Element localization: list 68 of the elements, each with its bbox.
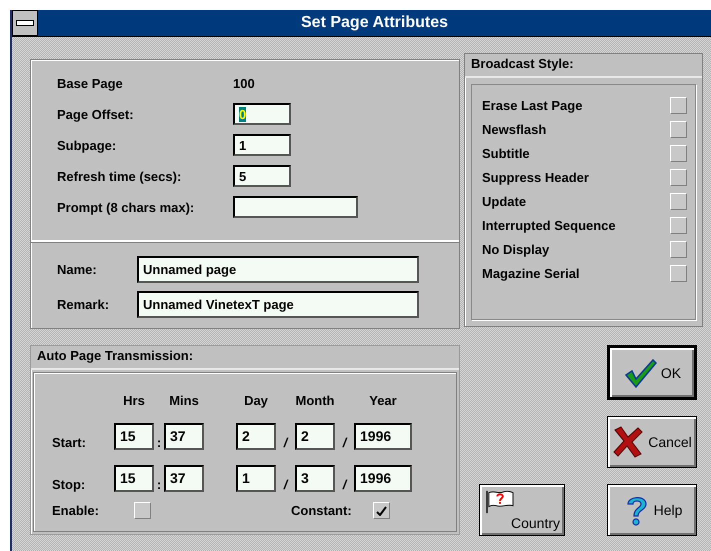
text-field[interactable]: 1996 — [354, 423, 412, 450]
column-header: Month — [295, 393, 335, 408]
text-field[interactable]: 0 — [233, 103, 291, 125]
ok-button[interactable]: OK — [607, 345, 697, 400]
column-header: Hrs — [122, 393, 146, 408]
checkbox-label: Enable: — [52, 503, 100, 518]
checkbox[interactable] — [670, 97, 687, 114]
section-title: Auto Page Transmission: — [31, 346, 459, 370]
column-header: Mins — [168, 393, 200, 408]
separator: / — [282, 435, 290, 450]
field-label: Subpage: — [57, 138, 118, 152]
checkbox-label: Newsflash — [482, 122, 546, 137]
field-label: Base Page — [57, 76, 124, 90]
check-icon — [622, 356, 657, 388]
country-button[interactable]: Country — [479, 484, 565, 536]
text-field[interactable]: 2 — [295, 423, 335, 450]
text-field[interactable]: 3 — [295, 465, 335, 492]
text-field[interactable]: 2 — [236, 423, 276, 450]
text-field[interactable]: 1 — [236, 465, 276, 492]
checkbox[interactable] — [670, 193, 687, 210]
separator: / — [341, 435, 348, 450]
column-header: Day — [243, 393, 269, 408]
checkbox-label: No Display — [482, 242, 550, 257]
checkbox[interactable] — [134, 502, 151, 519]
text-field[interactable] — [233, 196, 358, 218]
text-field[interactable]: 1996 — [354, 465, 412, 492]
checkbox-label: Magazine Serial — [482, 266, 580, 281]
field-label: Page Offset: — [57, 106, 135, 122]
text-field[interactable]: 37 — [164, 465, 204, 492]
separator: / — [282, 477, 290, 492]
checkbox-label: Subtitle — [482, 146, 530, 161]
separator: : — [156, 477, 162, 492]
help-button[interactable]: Help — [607, 484, 697, 536]
checkbox-label: Suppress Header — [482, 170, 589, 185]
checkbox-label: Update — [482, 194, 526, 209]
column-header: Year — [368, 393, 398, 408]
field-label: Prompt (8 chars max): — [57, 200, 196, 214]
cancel-button[interactable]: Cancel — [607, 416, 697, 468]
row-label: Stop: — [52, 477, 86, 492]
window-title: Set Page Attributes — [300, 14, 449, 32]
checkbox[interactable] — [670, 121, 687, 138]
checkbox[interactable] — [670, 145, 687, 162]
text-field[interactable]: Unnamed page — [137, 256, 419, 283]
checkbox[interactable] — [373, 502, 390, 519]
base-page-value: 100 — [233, 76, 255, 90]
field-label: Remark: — [57, 297, 110, 312]
text-field[interactable]: 15 — [114, 465, 154, 492]
checkbox-label: Constant: — [291, 503, 353, 518]
flag-icon — [484, 489, 516, 515]
row-label: Start: — [52, 435, 87, 450]
checkbox[interactable] — [670, 217, 687, 234]
separator: / — [341, 477, 348, 492]
field-label: Refresh time (secs): — [57, 168, 182, 184]
text-field[interactable]: 5 — [233, 165, 291, 187]
separator: : — [156, 435, 162, 450]
checkbox-label: Interrupted Sequence — [482, 218, 616, 233]
cross-icon — [612, 425, 644, 459]
section-title: Broadcast Style: — [465, 54, 702, 78]
text-field[interactable]: 15 — [114, 423, 154, 450]
text-field[interactable]: 37 — [164, 423, 204, 450]
text-field[interactable]: 1 — [233, 134, 291, 156]
system-menu-button[interactable] — [12, 10, 38, 36]
checkbox[interactable] — [670, 265, 687, 282]
text-field[interactable]: Unnamed VinetexT page — [137, 291, 419, 318]
checkbox[interactable] — [670, 241, 687, 258]
field-label: Name: — [57, 262, 98, 277]
checkbox[interactable] — [670, 169, 687, 186]
checkbox-label: Erase Last Page — [482, 98, 582, 113]
